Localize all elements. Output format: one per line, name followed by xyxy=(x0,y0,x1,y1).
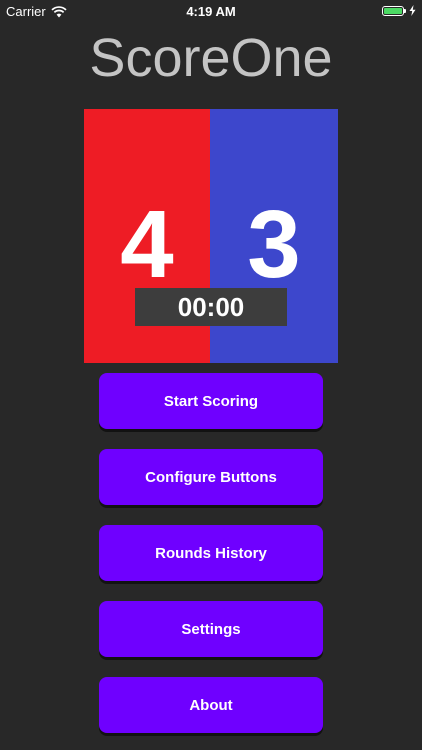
round-timer: 00:00 xyxy=(135,288,287,326)
status-time: 4:19 AM xyxy=(186,4,236,19)
start-scoring-button[interactable]: Start Scoring xyxy=(99,373,323,429)
right-team-score: 3 xyxy=(247,191,301,298)
home-screen: Carrier 4:19 AM ScoreOne 4 3 00:00 Start… xyxy=(0,0,422,750)
charging-bolt-icon xyxy=(409,5,416,16)
left-team-score: 4 xyxy=(120,191,174,298)
battery-icon xyxy=(382,5,406,16)
main-menu: Start Scoring Configure Buttons Rounds H… xyxy=(99,373,323,750)
rounds-history-button[interactable]: Rounds History xyxy=(99,525,323,581)
battery-fill xyxy=(384,7,402,14)
battery-indicator xyxy=(382,5,416,16)
configure-buttons-button[interactable]: Configure Buttons xyxy=(99,449,323,505)
status-bar: Carrier 4:19 AM xyxy=(0,0,422,22)
about-button[interactable]: About xyxy=(99,677,323,733)
settings-button[interactable]: Settings xyxy=(99,601,323,657)
scoreboard-preview: 4 3 00:00 xyxy=(84,109,338,363)
app-title: ScoreOne xyxy=(89,28,333,88)
